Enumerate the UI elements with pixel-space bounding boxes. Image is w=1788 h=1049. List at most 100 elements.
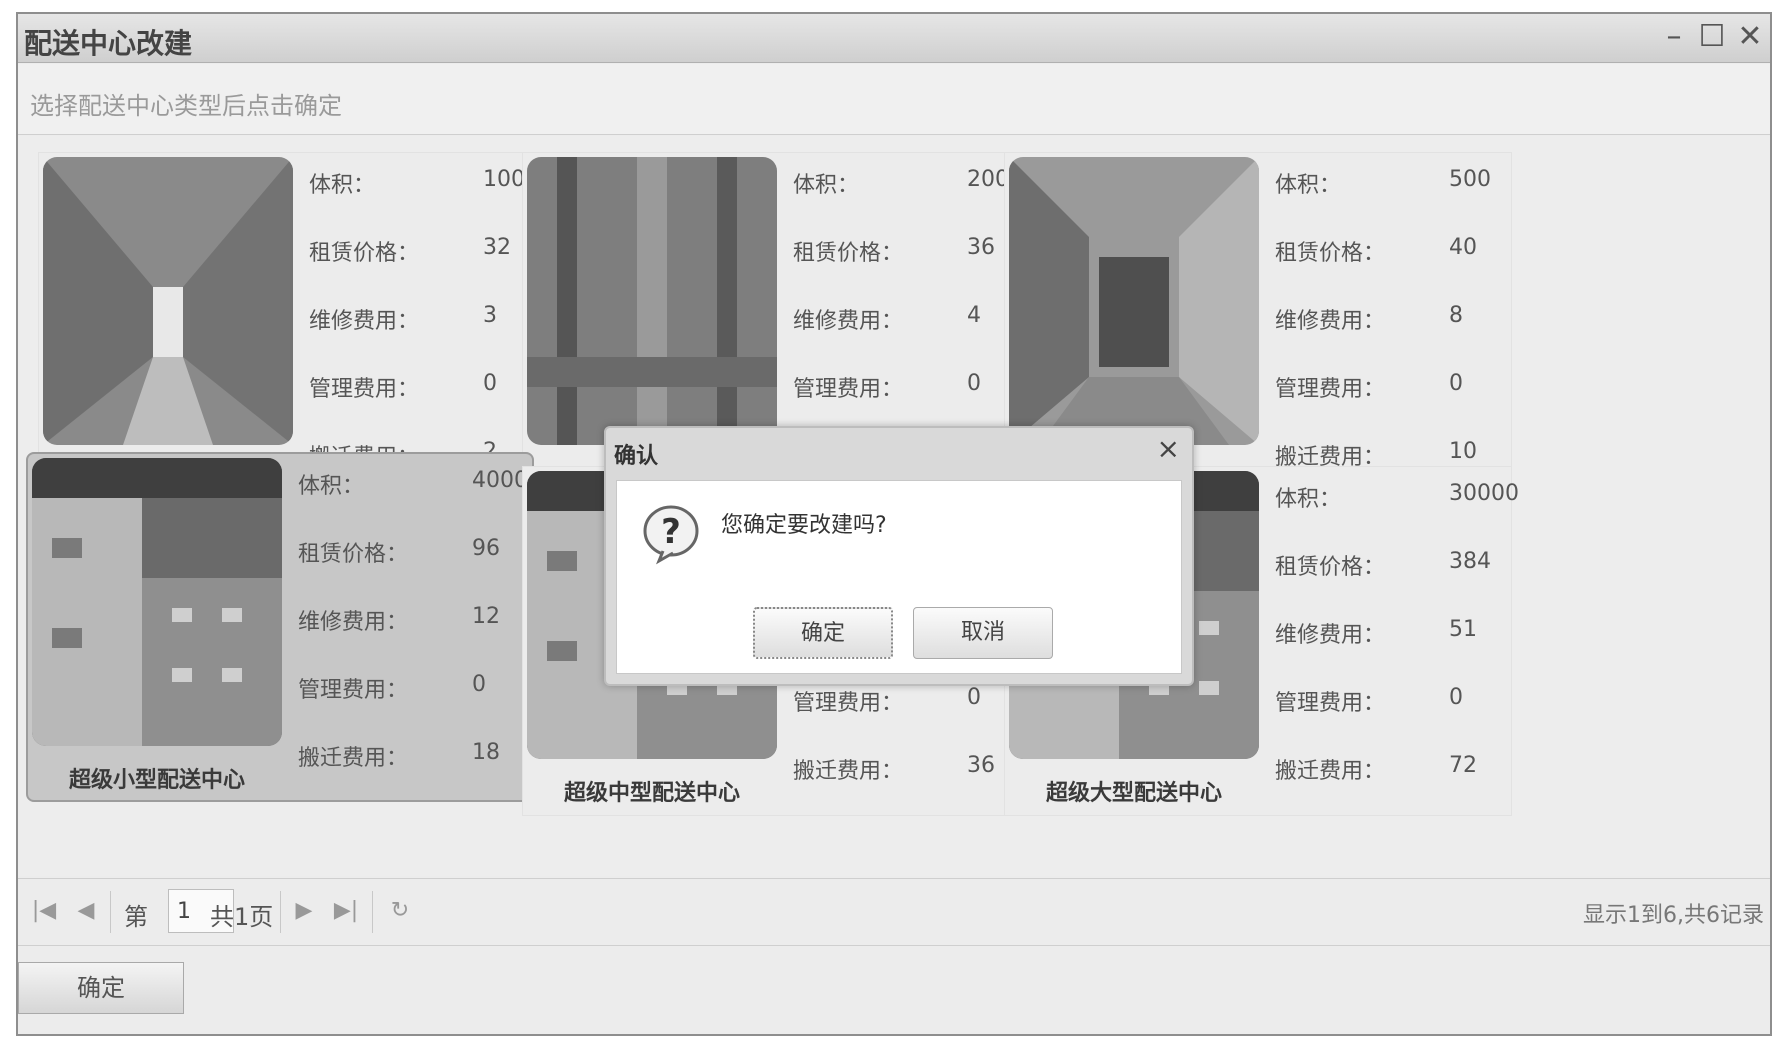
attribute-row: 租赁价格： 32 xyxy=(309,235,539,303)
attribute-label: 管理费用： xyxy=(1275,377,1386,402)
svg-text:?: ? xyxy=(661,512,681,552)
attribute-value: 36 xyxy=(967,235,995,260)
attribute-value: 0 xyxy=(1449,371,1463,396)
center-photo xyxy=(43,157,293,445)
close-icon[interactable]: ✕ xyxy=(1732,20,1768,54)
attribute-label: 体积： xyxy=(309,173,376,198)
attribute-label: 租赁价格： xyxy=(1275,555,1386,580)
attribute-label: 租赁价格： xyxy=(793,241,904,266)
attribute-label: 租赁价格： xyxy=(1275,241,1386,266)
attribute-value: 12 xyxy=(472,604,500,629)
attribute-row: 租赁价格： 40 xyxy=(1275,235,1505,303)
title-bar: 配送中心改建 – ☐ ✕ xyxy=(18,14,1770,63)
pager-divider xyxy=(280,891,281,933)
records-summary: 显示1到6,共6记录 xyxy=(1583,903,1764,928)
attribute-row: 租赁价格： 384 xyxy=(1275,549,1505,617)
attribute-label: 维修费用： xyxy=(1275,623,1386,648)
dialog-ok-button[interactable]: 确定 xyxy=(753,607,893,659)
attribute-label: 搬迁费用： xyxy=(298,746,409,771)
attribute-value: 0 xyxy=(1449,685,1463,710)
attribute-label: 搬迁费用： xyxy=(1275,759,1386,784)
attribute-label: 租赁价格： xyxy=(309,241,420,266)
attribute-row: 管理费用： 0 xyxy=(309,371,539,439)
attribute-value: 72 xyxy=(1449,753,1477,778)
attribute-row: 租赁价格： 96 xyxy=(298,536,528,604)
attribute-row: 管理费用： 0 xyxy=(298,672,528,740)
attribute-value: 0 xyxy=(967,371,981,396)
attribute-row: 管理费用： 0 xyxy=(1275,371,1505,439)
attribute-value: 18 xyxy=(472,740,500,765)
center-photo xyxy=(527,157,777,445)
center-photo xyxy=(1009,157,1259,445)
attribute-label: 管理费用： xyxy=(309,377,420,402)
attribute-row: 体积： 500 xyxy=(1275,167,1505,235)
attribute-value: 100 xyxy=(483,167,525,192)
page-prefix: 第 xyxy=(124,903,148,931)
attribute-value: 0 xyxy=(967,685,981,710)
attribute-row: 搬迁费用： 72 xyxy=(1275,753,1505,821)
dialog-message: 您确定要改建吗? xyxy=(721,513,887,538)
page-total: 共1页 xyxy=(210,903,274,931)
center-attributes: 体积： 4000 租赁价格： 96 维修费用： 12 管理费用： 0 搬迁费用： 18 xyxy=(298,468,528,808)
dialog-cancel-button[interactable]: 取消 xyxy=(913,607,1053,659)
attribute-row: 管理费用： 0 xyxy=(793,685,1023,753)
center-photo xyxy=(32,458,282,746)
minimize-icon[interactable]: – xyxy=(1656,20,1692,54)
center-attributes: 体积： 30000 租赁价格： 384 维修费用： 51 管理费用： 0 搬迁费用： 72 xyxy=(1275,481,1519,821)
last-page-icon[interactable]: ▶| xyxy=(330,895,362,927)
pager-divider xyxy=(372,891,373,933)
attribute-row: 体积： 4000 xyxy=(298,468,528,536)
attribute-value: 4000 xyxy=(472,468,528,493)
attribute-value: 3 xyxy=(483,303,497,328)
question-icon: ? xyxy=(643,505,699,565)
attribute-value: 40 xyxy=(1449,235,1477,260)
window-title: 配送中心改建 xyxy=(24,27,193,60)
prev-page-icon[interactable]: ◀ xyxy=(70,895,102,927)
center-card[interactable]: 小型配送中心体积：100租赁价格：32维修费用：3管理费用：0搬迁费用：2 xyxy=(38,152,546,502)
attribute-label: 管理费用： xyxy=(793,377,904,402)
confirm-dialog: 确认 × ? 您确定要改建吗? 确定 取消 xyxy=(604,426,1194,686)
next-page-icon[interactable]: ▶ xyxy=(288,895,320,927)
attribute-row: 维修费用： 51 xyxy=(1275,617,1505,685)
attribute-row: 维修费用： 3 xyxy=(309,303,539,371)
attribute-row: 搬迁费用： 18 xyxy=(298,740,528,808)
attribute-row: 体积： 100 xyxy=(309,167,539,235)
center-name: 超级大型配送中心 xyxy=(1045,780,1222,806)
center-name: 超级中型配送中心 xyxy=(563,780,740,806)
attribute-value: 96 xyxy=(472,536,500,561)
pagination-bar: |◀ ◀ 第 共1页 ▶ ▶| ↻ 显示1到6,共6记录 xyxy=(18,878,1770,946)
dialog-body: ? 您确定要改建吗? 确定 取消 xyxy=(616,480,1182,674)
attribute-label: 管理费用： xyxy=(793,691,904,716)
attribute-value: 32 xyxy=(483,235,511,260)
attribute-label: 租赁价格： xyxy=(298,542,409,567)
attribute-label: 维修费用： xyxy=(298,610,409,635)
confirm-button[interactable]: 确定 xyxy=(18,962,184,1014)
attribute-label: 维修费用： xyxy=(793,309,904,334)
first-page-icon[interactable]: |◀ xyxy=(28,895,60,927)
attribute-label: 体积： xyxy=(298,474,365,499)
attribute-value: 8 xyxy=(1449,303,1463,328)
maximize-icon[interactable]: ☐ xyxy=(1694,20,1730,54)
attribute-row: 体积： 30000 xyxy=(1275,481,1519,549)
attribute-label: 搬迁费用： xyxy=(793,759,904,784)
attribute-row: 管理费用： 0 xyxy=(1275,685,1505,753)
attribute-value: 10 xyxy=(1449,439,1477,464)
attribute-value: 200 xyxy=(967,167,1009,192)
center-card[interactable]: 超级小型配送中心 体积： 4000 租赁价格： 96 维修费用： 12 管理费用： 0 搬迁费用：… xyxy=(26,452,534,802)
attribute-value: 36 xyxy=(967,753,995,778)
attribute-label: 管理费用： xyxy=(298,678,409,703)
attribute-row: 维修费用： 8 xyxy=(1275,303,1505,371)
attribute-value: 0 xyxy=(483,371,497,396)
instruction-text: 选择配送中心类型后点击确定 xyxy=(30,92,342,120)
attribute-row: 搬迁费用： 36 xyxy=(793,753,1023,821)
refresh-icon[interactable]: ↻ xyxy=(384,895,416,927)
dialog-close-icon[interactable]: × xyxy=(1157,432,1180,465)
attribute-value: 384 xyxy=(1449,549,1491,574)
attribute-label: 维修费用： xyxy=(1275,309,1386,334)
pager-divider xyxy=(110,891,111,933)
instruction-bar: 选择配送中心类型后点击确定 xyxy=(18,64,1770,135)
attribute-row: 维修费用： 12 xyxy=(298,604,528,672)
attribute-value: 0 xyxy=(472,672,486,697)
attribute-label: 管理费用： xyxy=(1275,691,1386,716)
attribute-value: 51 xyxy=(1449,617,1477,642)
